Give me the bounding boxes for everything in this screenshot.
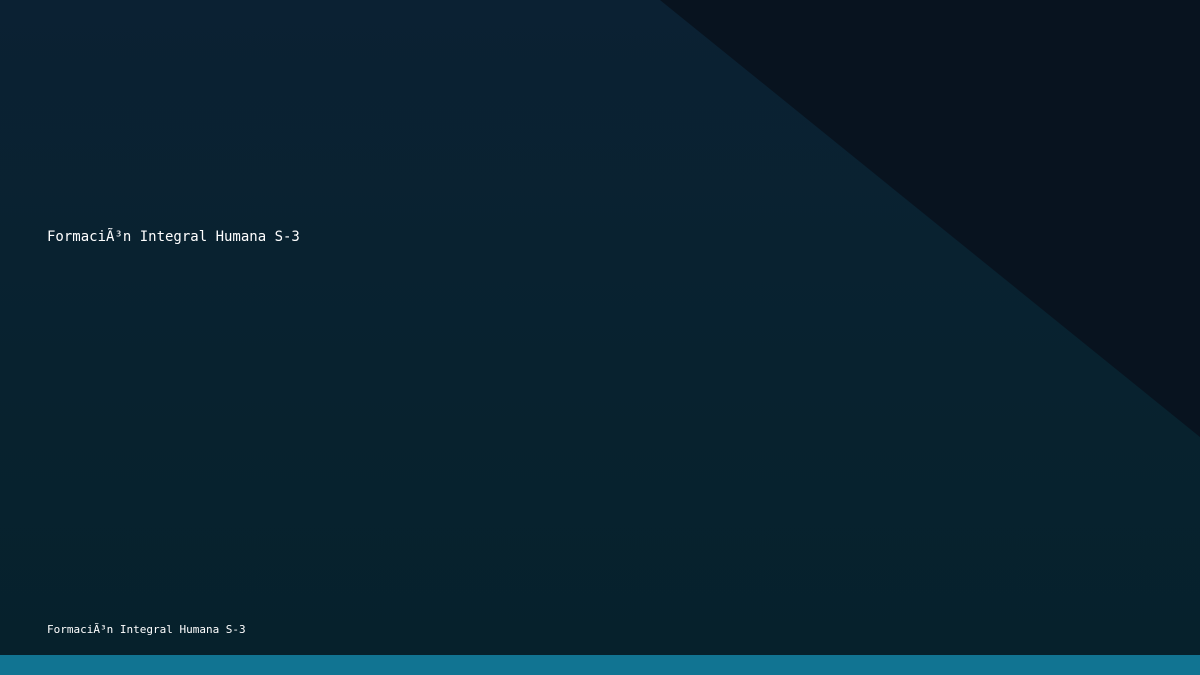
bottom-accent-bar [0, 655, 1200, 675]
slide-footer: FormaciÃ³n Integral Humana S-3 [47, 623, 246, 636]
slide-title: FormaciÃ³n Integral Humana S-3 [47, 229, 300, 245]
dark-corner-triangle [660, 0, 1200, 437]
presentation-slide: FormaciÃ³n Integral Humana S-3 FormaciÃ³… [0, 0, 1200, 675]
